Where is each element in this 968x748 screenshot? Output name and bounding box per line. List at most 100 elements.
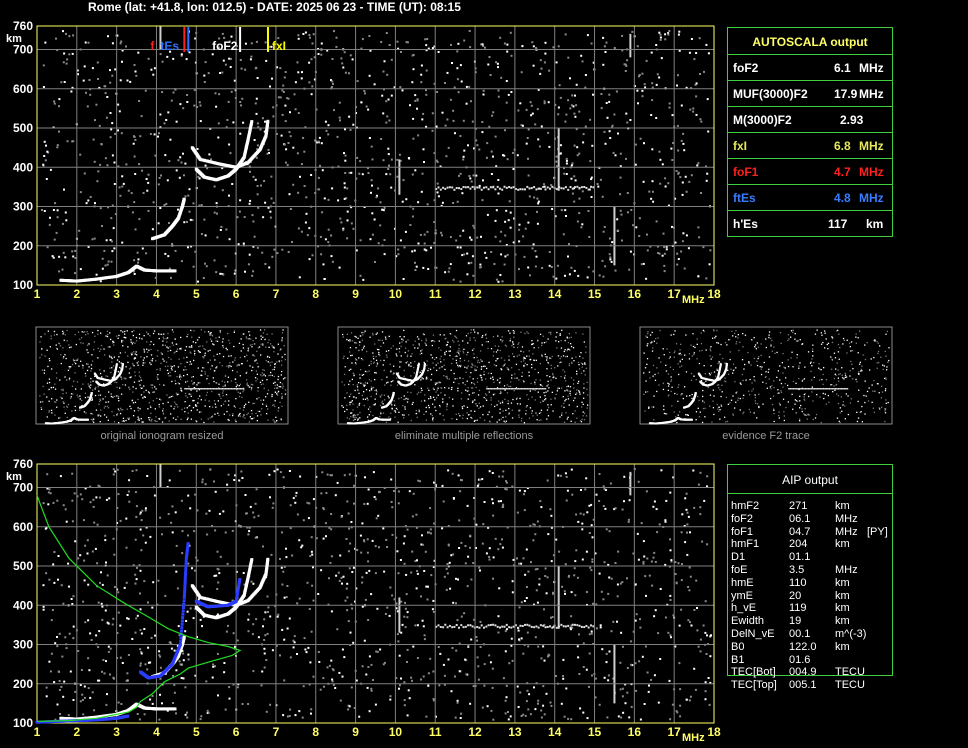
thumbnail-dot: [115, 335, 118, 337]
thumbnail-dot: [117, 337, 119, 339]
noise-dot: [294, 108, 297, 111]
noise-dot: [211, 53, 214, 56]
noise-dot: [352, 227, 355, 230]
thumbnail-dot: [262, 332, 265, 334]
y-tick-label: 300: [13, 200, 33, 214]
noise-dot: [397, 253, 400, 256]
thumbnail-dot: [232, 414, 234, 417]
noise-dot: [698, 236, 701, 239]
x-tick-label: 7: [273, 287, 280, 301]
noise-dot: [543, 713, 546, 716]
noise-dot: [250, 580, 253, 583]
noise-dot: [385, 121, 388, 124]
noise-dot: [130, 192, 133, 195]
noise-dot: [507, 718, 510, 721]
noise-dot: [476, 626, 479, 629]
noise-dot: [344, 172, 347, 174]
noise-dot: [64, 636, 67, 639]
noise-dot: [299, 475, 302, 478]
thumbnail-dot: [138, 419, 140, 422]
thumbnail-dot: [181, 390, 183, 392]
noise-dot: [361, 522, 364, 525]
thumbnail-dot: [46, 382, 49, 384]
noise-dot: [423, 634, 426, 637]
noise-dot: [664, 177, 667, 180]
noise-dot: [402, 278, 405, 280]
noise-dot: [581, 522, 584, 525]
noise-dot: [103, 85, 106, 88]
noise-dot: [176, 587, 179, 590]
thumbnail-dot: [137, 416, 139, 418]
thumbnail-dot: [113, 344, 115, 346]
thumbnail-dot: [259, 374, 262, 376]
noise-dot: [256, 77, 259, 79]
noise-dot: [674, 241, 677, 244]
noise-dot: [200, 233, 203, 235]
noise-dot: [281, 89, 284, 92]
noise-dot: [617, 132, 619, 135]
thumbnail-dot: [67, 369, 70, 371]
thumbnail-dot: [54, 414, 56, 416]
noise-dot: [329, 561, 332, 564]
noise-dot: [109, 69, 111, 72]
noise-dot: [432, 699, 435, 702]
noise-dot: [652, 200, 655, 203]
noise-dot: [150, 636, 153, 639]
thumbnail-dot: [53, 330, 56, 333]
thumbnail-dot: [197, 350, 200, 352]
thumbnail-dot: [278, 407, 280, 409]
noise-dot: [664, 519, 667, 522]
noise-dot: [181, 552, 184, 555]
noise-dot: [352, 566, 355, 569]
noise-dot: [545, 592, 548, 595]
noise-dot: [403, 681, 406, 684]
noise-dot: [182, 652, 185, 655]
x-tick-label: 14: [548, 287, 562, 301]
thumbnail-dot: [149, 362, 151, 364]
noise-dot: [362, 278, 365, 281]
noise-dot: [174, 249, 177, 252]
noise-dot: [685, 492, 688, 495]
thumbnail-dot: [117, 408, 120, 410]
noise-dot: [651, 148, 654, 151]
thumbnail-dot: [257, 366, 259, 368]
noise-dot: [505, 186, 508, 189]
noise-dot: [372, 471, 375, 474]
noise-dot: [109, 647, 112, 650]
noise-dot: [134, 173, 137, 175]
noise-dot: [471, 120, 474, 123]
noise-dot: [491, 686, 494, 689]
noise-dot: [585, 477, 588, 480]
noise-dot: [482, 179, 484, 182]
thumbnail-dot: [48, 410, 50, 412]
noise-dot: [106, 693, 108, 696]
noise-dot: [477, 665, 480, 668]
trace-blue-F1: [180, 622, 184, 626]
noise-dot: [328, 664, 331, 667]
noise-dot: [453, 188, 456, 191]
noise-dot: [289, 208, 292, 210]
x-tick-label: 13: [508, 725, 522, 739]
noise-dot: [574, 594, 577, 597]
thumbnail-dot: [131, 399, 134, 401]
noise-dot: [72, 699, 75, 701]
trace-F1: [182, 197, 186, 201]
noise-dot: [212, 663, 215, 666]
noise-dot: [301, 71, 303, 74]
noise-dot: [83, 579, 86, 582]
thumbnail-dot: [87, 363, 89, 365]
noise-dot: [318, 661, 321, 663]
noise-dot: [319, 235, 322, 238]
noise-dot: [497, 192, 500, 195]
noise-dot: [626, 667, 629, 669]
noise-dot: [327, 198, 330, 201]
noise-dot: [177, 159, 180, 162]
noise-dot: [661, 254, 664, 257]
noise-dot: [114, 68, 117, 71]
thumbnail-dot: [262, 399, 265, 401]
noise-dot: [361, 581, 364, 584]
noise-dot: [371, 233, 374, 236]
noise-dot: [311, 85, 314, 88]
noise-dot: [697, 645, 700, 648]
noise-dot: [468, 30, 471, 32]
